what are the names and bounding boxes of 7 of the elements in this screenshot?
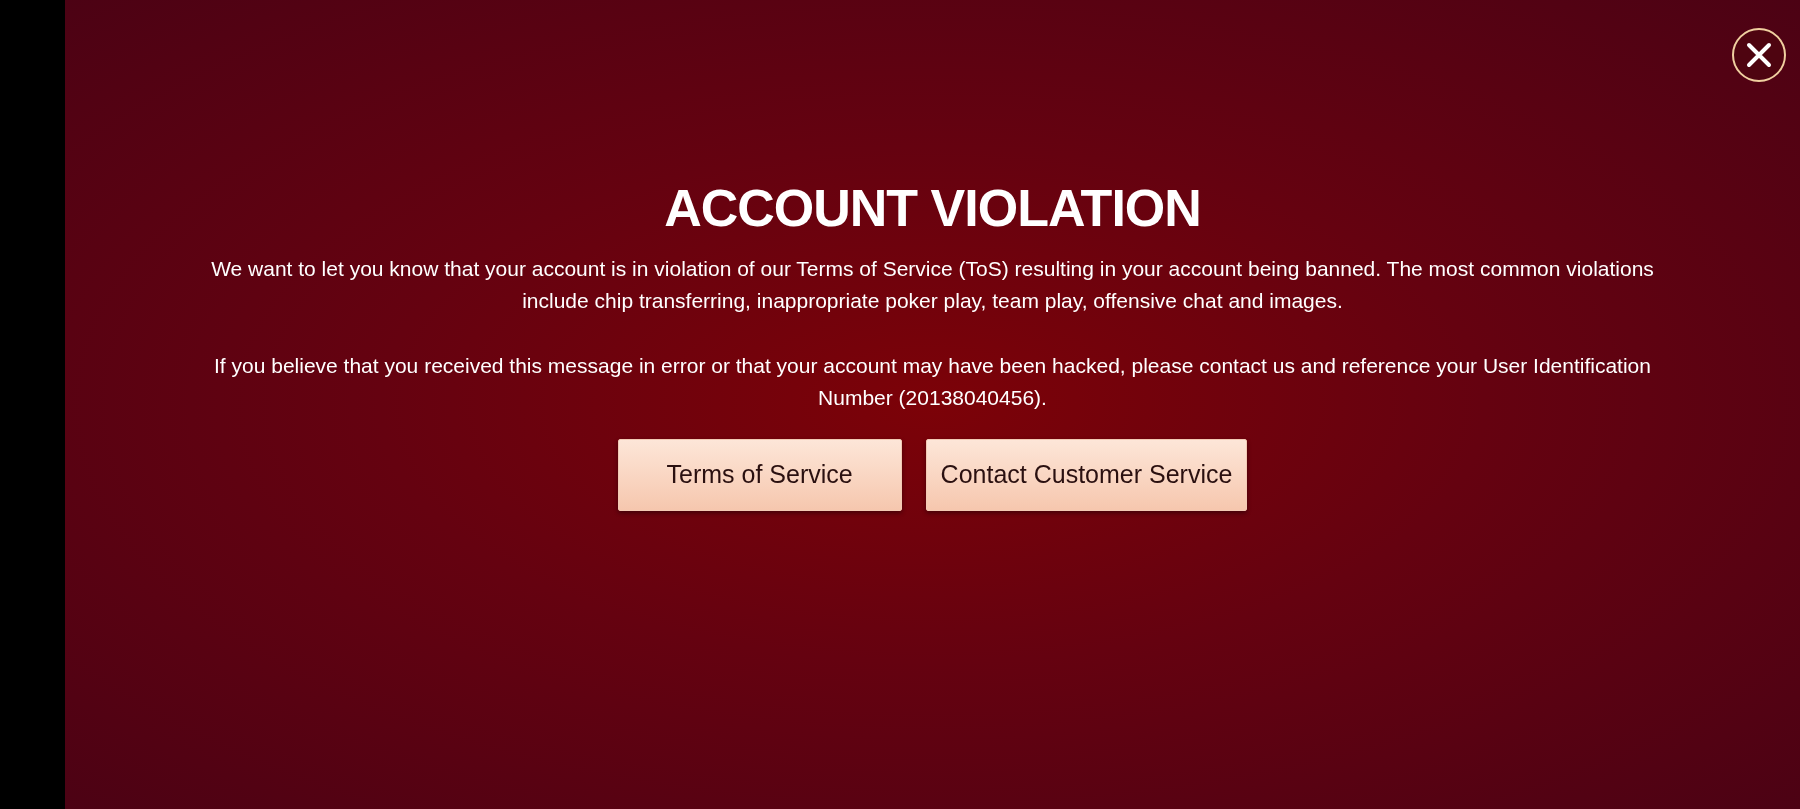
message-text: We want to let you know that your account is in violation of our Terms of Service (ToS) resulting in your account being banned. The most common violations include chip transferring, inappropriate poker play, team play, offensive chat and images.: [210, 256, 1655, 314]
message-text: If you believe that you received this message in error or that your account may have been hacked, please contact us and reference your User Identification Number (20138040456).: [213, 353, 1652, 411]
dialog-button[interactable]: Contact Customer Service: [925, 439, 1248, 512]
close-icon: [1746, 42, 1772, 68]
close-button[interactable]: [1732, 28, 1786, 82]
dialog-button[interactable]: Terms of Service: [617, 439, 902, 512]
dialog-title: ACCOUNT VIOLATION: [664, 180, 1201, 238]
